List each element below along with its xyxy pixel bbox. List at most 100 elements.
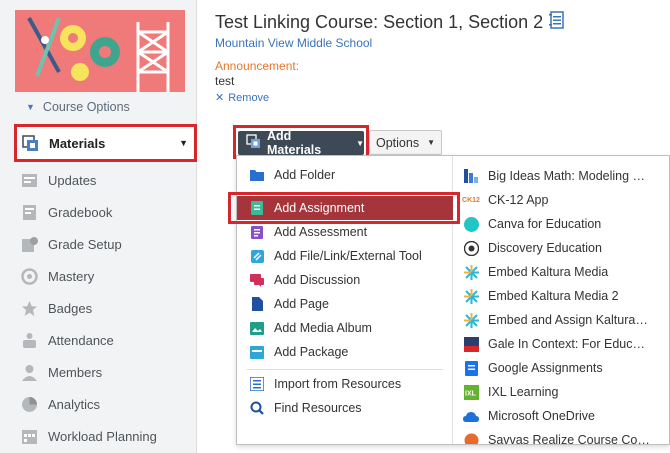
add-materials-menu-left: Add Folder Add Assignment Add Assessment… (237, 156, 453, 444)
menu-item-add-assignment[interactable]: Add Assignment (237, 196, 453, 220)
app-item-label: Discovery Education (488, 241, 602, 255)
nav-item-label: Attendance (48, 332, 114, 348)
assignment-icon (250, 201, 264, 215)
ck12-icon: CK12 (462, 196, 480, 204)
app-item-microsoft-onedrive[interactable]: Microsoft OneDrive (454, 404, 654, 428)
big-ideas-math-icon (463, 168, 479, 184)
nav-item-badges[interactable]: Badges (14, 292, 197, 324)
school-link[interactable]: Mountain View Middle School (215, 36, 372, 50)
kaltura-icon (463, 288, 479, 304)
menu-item-label: Add File/Link/External Tool (274, 249, 422, 263)
app-item-label: Embed Kaltura Media 2 (488, 289, 619, 303)
announcement-label: Announcement: (215, 59, 300, 73)
menu-item-label: Import from Resources (274, 377, 402, 391)
sidebar: ▼ Course Options Materials ▼ Updates Gra… (0, 0, 197, 453)
notebook-icon[interactable] (549, 11, 565, 34)
app-item-big-ideas-math[interactable]: Big Ideas Math: Modeling Real Life (454, 164, 654, 188)
page-title: Test Linking Course: Section 1, Section … (215, 11, 565, 34)
nav-item-analytics[interactable]: Analytics (14, 388, 197, 420)
discussion-icon (250, 273, 264, 287)
course-options-label: Course Options (42, 100, 130, 114)
nav-item-gradebook[interactable]: Gradebook (14, 196, 197, 228)
course-image[interactable] (15, 10, 185, 92)
google-assignments-icon (463, 360, 479, 376)
app-item-label: Google Assignments (488, 361, 603, 375)
app-item-discovery-education[interactable]: Discovery Education (454, 236, 654, 260)
folder-icon (250, 168, 264, 182)
menu-item-label: Find Resources (274, 401, 362, 415)
app-item-label: IXL Learning (488, 385, 559, 399)
menu-item-label: Add Page (274, 297, 329, 311)
menu-item-label: Add Assignment (274, 201, 365, 215)
mastery-icon (20, 267, 39, 286)
app-item-gale-in-context[interactable]: Gale In Context: For Educators (454, 332, 654, 356)
app-item-google-assignments[interactable]: Google Assignments (454, 356, 654, 380)
analytics-icon (20, 395, 39, 414)
app-item-embed-kaltura-media-2[interactable]: Embed Kaltura Media 2 (454, 284, 654, 308)
nav-item-label: Mastery (48, 268, 95, 284)
menu-divider (247, 369, 443, 370)
menu-item-import-from-resources[interactable]: Import from Resources (237, 372, 453, 396)
menu-item-label: Add Assessment (274, 225, 368, 239)
nav-item-materials[interactable]: Materials ▼ (14, 124, 197, 162)
course-nav: Materials ▼ Updates Gradebook Grade Setu… (14, 124, 197, 452)
add-materials-label: Add Materials (267, 129, 322, 157)
nav-item-updates[interactable]: Updates (14, 164, 197, 196)
gradebook-icon (20, 203, 39, 222)
workload-planning-icon (20, 427, 39, 446)
app-item-label: Big Ideas Math: Modeling Real Life (488, 169, 650, 183)
nav-item-label: Gradebook (48, 204, 113, 220)
options-button[interactable]: Options ▼ (369, 130, 442, 155)
remove-announcement-link[interactable]: ✕ Remove (215, 91, 269, 105)
app-item-label: CK-12 App (488, 193, 549, 207)
caret-down-icon: ▼ (356, 138, 364, 148)
grade-setup-icon (20, 235, 39, 254)
nav-item-label: Materials (49, 135, 106, 151)
nav-item-workload-planning[interactable]: Workload Planning (14, 420, 197, 452)
attendance-icon (20, 331, 39, 350)
app-item-savvas-realize[interactable]: Savvas Realize Course Connect (454, 428, 654, 445)
menu-item-add-package[interactable]: Add Package (237, 340, 453, 364)
menu-item-add-page[interactable]: Add Page (237, 292, 453, 316)
updates-icon (20, 171, 39, 190)
svg-text:IXL: IXL (465, 390, 477, 397)
app-item-embed-and-assign-kaltura[interactable]: Embed and Assign Kaltura Media (454, 308, 654, 332)
app-item-ixl-learning[interactable]: IXL IXL Learning (454, 380, 654, 404)
menu-item-add-media-album[interactable]: Add Media Album (237, 316, 453, 340)
menu-item-add-folder[interactable]: Add Folder (237, 163, 453, 187)
app-item-label: Canva for Education (488, 217, 602, 231)
canva-icon (463, 216, 479, 232)
menu-item-label: Add Media Album (274, 321, 372, 335)
nav-item-members[interactable]: Members (14, 356, 197, 388)
app-item-ck12[interactable]: CK12 CK-12 App (454, 188, 654, 212)
app-item-label: Savvas Realize Course Connect (488, 433, 650, 445)
menu-item-add-assessment[interactable]: Add Assessment (237, 220, 453, 244)
package-icon (250, 345, 264, 359)
app-item-canva[interactable]: Canva for Education (454, 212, 654, 236)
caret-down-icon: ▼ (179, 138, 188, 148)
menu-item-add-discussion[interactable]: Add Discussion (237, 268, 453, 292)
menu-item-add-file-link[interactable]: Add File/Link/External Tool (237, 244, 453, 268)
app-item-label: Embed and Assign Kaltura Media (488, 313, 650, 327)
nav-item-label: Badges (48, 300, 93, 316)
menu-item-find-resources[interactable]: Find Resources (237, 396, 453, 420)
add-materials-button[interactable]: Add Materials ▼ (238, 129, 364, 157)
ixl-icon: IXL (463, 384, 479, 400)
kaltura-icon (463, 264, 479, 280)
app-item-label: Microsoft OneDrive (488, 409, 595, 423)
app-item-embed-kaltura-media[interactable]: Embed Kaltura Media (454, 260, 654, 284)
import-icon (250, 377, 264, 391)
nav-item-label: Workload Planning (48, 428, 157, 444)
options-label: Options (375, 135, 420, 150)
add-materials-menu-apps: Big Ideas Math: Modeling Real Life CK12 … (454, 156, 669, 445)
nav-item-label: Members (48, 364, 103, 380)
course-options-toggle[interactable]: ▼ Course Options (26, 100, 130, 114)
link-icon (250, 249, 264, 263)
kaltura-icon (463, 312, 479, 328)
nav-item-label: Updates (48, 172, 97, 188)
nav-item-mastery[interactable]: Mastery (14, 260, 197, 292)
nav-item-grade-setup[interactable]: Grade Setup (14, 228, 197, 260)
nav-item-attendance[interactable]: Attendance (14, 324, 197, 356)
close-icon: ✕ (215, 92, 225, 104)
menu-item-label: Add Folder (274, 168, 336, 182)
